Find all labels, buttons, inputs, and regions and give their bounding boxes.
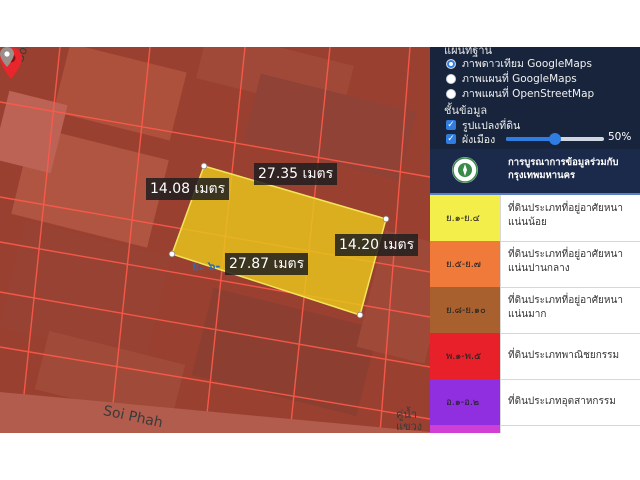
legend-swatch: ย.๕-ย.๗ [430, 241, 501, 287]
opacity-value: 50% [608, 131, 632, 143]
zoning-legend: การบูรณาการข้อมูลร่วมกับกรุงเทพมหานคร ย.… [430, 149, 640, 433]
measure-top-label: 27.35 เมตร [254, 163, 338, 185]
plot-vertex[interactable] [356, 311, 364, 319]
legend-row: อ.๓ที่ดินประเภทคลังสินค้า [430, 425, 640, 433]
legend-description: ที่ดินประเภทอุตสาหกรรม [508, 396, 616, 407]
basemap-option-label: ภาพดาวเทียม GoogleMaps [462, 58, 592, 70]
basemap-option-label: ภาพแผนที่ OpenStreetMap [462, 88, 595, 100]
basemap-option-google-map[interactable]: ภาพแผนที่ GoogleMaps [446, 72, 577, 86]
app-frame: Soi ย. ๖- 27.35 เมตร 14.08 เมตร 14.20 เม… [0, 47, 640, 433]
map-view[interactable]: Soi ย. ๖- 27.35 เมตร 14.08 เมตร 14.20 เม… [0, 47, 430, 433]
legend-swatch: ย.๘-ย.๑๐ [430, 287, 501, 333]
layer-toggle-cityplan[interactable]: ✓ ผังเมือง [446, 133, 496, 147]
poi-label-line2: แขวง [396, 420, 423, 433]
opacity-slider[interactable] [506, 133, 604, 145]
legend-code: ย.๑-ย.๔ [446, 213, 480, 224]
layer-control-panel: แผนที่ฐาน ภาพดาวเทียม GoogleMaps ภาพแผนท… [430, 47, 640, 433]
basemap-option-osm[interactable]: ภาพแผนที่ OpenStreetMap [446, 87, 595, 101]
measure-right-label: 14.20 เมตร [335, 234, 419, 256]
legend-swatch: ย.๑-ย.๔ [430, 195, 501, 241]
bangkok-city-seal-icon [452, 157, 478, 183]
legend-row: อ.๑-อ.๒ ที่ดินประเภทอุตสาหกรรม [430, 379, 640, 426]
legend-header: การบูรณาการข้อมูลร่วมกับกรุงเทพมหานคร [430, 149, 640, 195]
legend-description: ที่ดินประเภทที่อยู่อาศัยหนาแน่นน้อย [508, 203, 623, 228]
legend-swatch: อ.๓ [430, 425, 501, 433]
legend-description: ที่ดินประเภทที่อยู่อาศัยหนาแน่นมาก [508, 295, 623, 320]
legend-code: พ.๑-พ.๕ [446, 351, 482, 362]
legend-swatch: พ.๑-พ.๕ [430, 333, 501, 379]
layers-title: ชั้นข้อมูล [444, 104, 488, 117]
layer-label: รูปแปลงที่ดิน [462, 120, 521, 132]
checkbox-checked-icon[interactable]: ✓ [446, 134, 456, 144]
basemap-option-label: ภาพแผนที่ GoogleMaps [462, 73, 577, 85]
legend-row: พ.๑-พ.๕ ที่ดินประเภทพาณิชยกรรม [430, 333, 640, 380]
measure-left-label: 14.08 เมตร [146, 178, 230, 200]
legend-code: ย.๘-ย.๑๐ [446, 305, 486, 316]
legend-description: ที่ดินประเภทพาณิชยกรรม [508, 350, 620, 361]
opacity-slider-handle[interactable] [549, 133, 561, 145]
legend-title: การบูรณาการข้อมูลร่วมกับกรุงเทพมหานคร [508, 157, 619, 181]
plot-vertex[interactable] [200, 162, 208, 170]
opacity-slider-fill [506, 137, 555, 141]
layer-toggle-parcels[interactable]: ✓ รูปแปลงที่ดิน [446, 119, 521, 133]
plot-vertex[interactable] [168, 250, 176, 258]
legend-code: ย.๕-ย.๗ [446, 259, 481, 270]
poi-pin-icon[interactable] [0, 47, 14, 67]
measure-bottom-label: 27.87 เมตร [225, 253, 309, 275]
legend-row: ย.๘-ย.๑๐ ที่ดินประเภทที่อยู่อาศัยหนาแน่นม… [430, 287, 640, 334]
poi-label: คู่น้ำ แขวง [396, 409, 422, 433]
legend-description: ที่ดินประเภทที่อยู่อาศัยหนาแน่นปานกลาง [508, 249, 623, 274]
legend-code: อ.๑-อ.๒ [446, 397, 480, 408]
basemap-option-satellite[interactable]: ภาพดาวเทียม GoogleMaps [446, 57, 592, 71]
radio-icon[interactable] [446, 89, 456, 99]
legend-row: ย.๑-ย.๔ ที่ดินประเภทที่อยู่อาศัยหนาแน่นน้… [430, 195, 640, 242]
legend-row: ย.๕-ย.๗ ที่ดินประเภทที่อยู่อาศัยหนาแน่นปา… [430, 241, 640, 288]
radio-icon[interactable] [446, 74, 456, 84]
layer-label: ผังเมือง [462, 134, 496, 146]
plot-vertex[interactable] [382, 215, 390, 223]
zoning-code-label: ย. ๖- [192, 259, 221, 273]
checkbox-checked-icon[interactable]: ✓ [446, 120, 456, 130]
legend-swatch: อ.๑-อ.๒ [430, 379, 501, 425]
radio-icon[interactable] [446, 59, 456, 69]
